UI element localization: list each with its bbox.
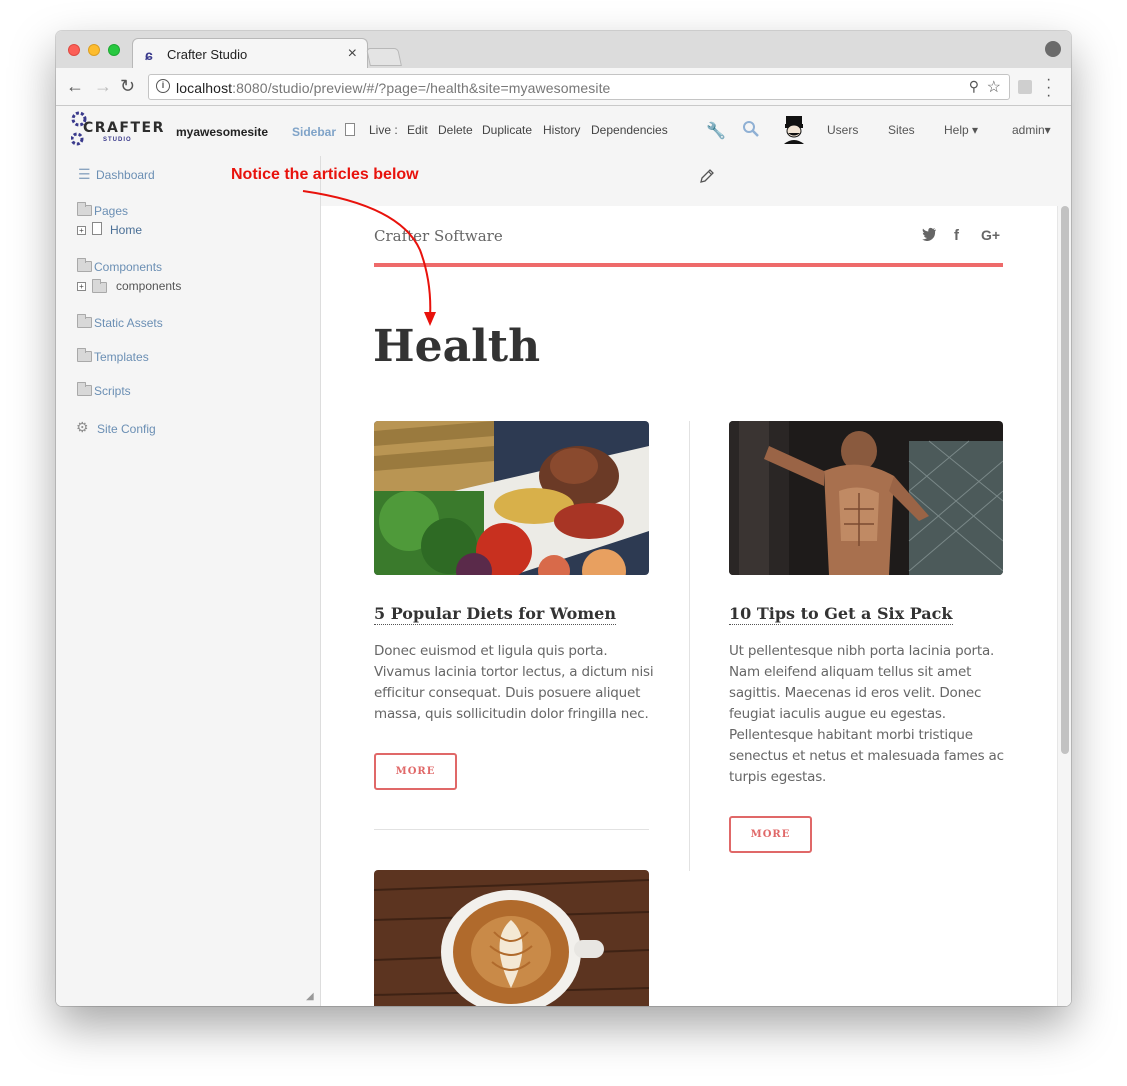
sidebar-item-site-config[interactable]: Site Config xyxy=(97,422,156,436)
browser-window: ɕ Crafter Studio × ← → ↻ i localhost:808… xyxy=(56,31,1071,1006)
browser-tab[interactable]: ɕ Crafter Studio × xyxy=(132,38,368,69)
twitter-icon[interactable] xyxy=(922,227,937,245)
edit-action[interactable]: Edit xyxy=(407,123,428,137)
pin-icon[interactable]: ⚲ xyxy=(969,78,979,95)
bookmark-star-icon[interactable]: ☆ xyxy=(987,77,1001,97)
more-button-sixpack[interactable]: MORE xyxy=(729,816,812,853)
url-text: localhost:8080/studio/preview/#/?page=/h… xyxy=(176,80,610,96)
duplicate-action[interactable]: Duplicate xyxy=(482,123,532,137)
header-accent-line xyxy=(374,263,1003,267)
history-action[interactable]: History xyxy=(543,123,580,137)
live-label: Live : xyxy=(369,123,398,137)
hamburger-icon: ☰ xyxy=(78,166,91,182)
sidebar-item-static-assets[interactable]: Static Assets xyxy=(94,316,163,330)
browser-menu-icon[interactable]: · · · xyxy=(1046,72,1052,104)
dependencies-action[interactable]: Dependencies xyxy=(591,123,668,137)
admin-menu[interactable]: admin▾ xyxy=(1012,123,1051,137)
food-image xyxy=(374,421,649,575)
more-button-diets[interactable]: MORE xyxy=(374,753,457,790)
folder-icon xyxy=(77,202,92,216)
site-title[interactable]: Crafter Software xyxy=(374,227,503,245)
article-body-diets: Donec euismod et ligula quis porta. Viva… xyxy=(374,643,654,722)
user-avatar-icon[interactable] xyxy=(781,114,807,144)
sidebar-item-templates[interactable]: Templates xyxy=(94,350,149,364)
expand-icon[interactable]: + xyxy=(77,282,86,291)
article-image-sixpack[interactable] xyxy=(729,421,1003,575)
site-preview: Crafter Software f G+ Health 5 Popular D… xyxy=(321,206,1071,1006)
folder-icon xyxy=(77,314,92,328)
crafter-favicon-icon: ɕ xyxy=(145,47,153,63)
delete-action[interactable]: Delete xyxy=(438,123,473,137)
address-bar[interactable]: i localhost:8080/studio/preview/#/?page=… xyxy=(148,74,1010,100)
facebook-icon[interactable]: f xyxy=(954,227,959,244)
article-title-sixpack[interactable]: 10 Tips to Get a Six Pack xyxy=(729,604,953,625)
preview-scrollbar-track[interactable] xyxy=(1057,206,1071,1006)
resize-grip-icon[interactable]: ◢ xyxy=(306,991,314,1002)
info-icon[interactable]: i xyxy=(156,79,170,93)
sidebar-item-components-folder[interactable]: components xyxy=(116,279,181,293)
help-menu[interactable]: Help ▾ xyxy=(944,123,978,137)
google-plus-icon[interactable]: G+ xyxy=(981,227,1000,243)
wrench-icon[interactable]: 🔧 xyxy=(706,121,726,141)
article-separator xyxy=(374,829,649,830)
coffee-image xyxy=(374,870,649,1006)
twitter-glyph xyxy=(922,227,936,242)
athlete-image xyxy=(729,421,1003,575)
crafter-logo[interactable]: CRAFTER STUDIO xyxy=(71,109,163,153)
search-icon[interactable] xyxy=(742,120,760,138)
article-image-coffee[interactable] xyxy=(374,870,649,1006)
column-divider xyxy=(689,421,690,871)
annotation-text: Notice the articles below xyxy=(231,166,419,183)
url-host: localhost xyxy=(176,80,233,96)
tab-title: Crafter Studio xyxy=(167,47,248,62)
article-body-sixpack: Ut pellentesque nibh porta lacinia porta… xyxy=(729,643,1004,785)
edit-pencil-icon[interactable] xyxy=(699,168,715,184)
close-window-button[interactable] xyxy=(68,44,80,56)
folder-icon xyxy=(77,348,92,362)
users-link[interactable]: Users xyxy=(827,123,858,137)
page-icon xyxy=(92,222,102,235)
logo-subtext: STUDIO xyxy=(103,137,132,143)
expand-icon[interactable]: + xyxy=(77,226,86,235)
article-title-diets[interactable]: 5 Popular Diets for Women xyxy=(374,604,616,625)
folder-icon xyxy=(77,382,92,396)
tab-close-button[interactable]: × xyxy=(348,45,357,63)
site-sidebar: ☰ Dashboard Pages + Home Components + co… xyxy=(56,156,321,1006)
page-title: Health xyxy=(373,321,541,372)
minimize-window-button[interactable] xyxy=(88,44,100,56)
sidebar-item-scripts[interactable]: Scripts xyxy=(94,384,131,398)
back-arrow-icon[interactable]: ← xyxy=(66,76,84,97)
article-image-diets[interactable] xyxy=(374,421,649,575)
tab-strip: ɕ Crafter Studio × xyxy=(56,31,1071,69)
maximize-window-button[interactable] xyxy=(108,44,120,56)
browser-toolbar: ← → ↻ i localhost:8080/studio/preview/#/… xyxy=(56,68,1071,106)
folder-icon xyxy=(92,279,107,293)
profile-icon[interactable] xyxy=(1045,41,1061,57)
extension-icon[interactable] xyxy=(1018,80,1032,94)
gear-icon: ⚙ xyxy=(76,419,89,435)
sidebar-item-pages[interactable]: Pages xyxy=(94,204,128,218)
reload-icon[interactable]: ↻ xyxy=(120,76,135,97)
site-name[interactable]: myawesomesite xyxy=(176,125,268,139)
sites-link[interactable]: Sites xyxy=(888,123,915,137)
page-icon xyxy=(345,123,355,136)
sidebar-item-home[interactable]: Home xyxy=(110,223,142,237)
preview-scrollbar-thumb[interactable] xyxy=(1061,206,1069,754)
sidebar-item-dashboard[interactable]: Dashboard xyxy=(96,168,155,182)
sidebar-toggle[interactable]: Sidebar xyxy=(292,125,336,139)
studio-app: CRAFTER STUDIO myawesomesite Sidebar Liv… xyxy=(56,106,1071,1006)
url-path: :8080/studio/preview/#/?page=/health&sit… xyxy=(232,80,611,96)
logo-text: CRAFTER xyxy=(83,120,165,136)
folder-icon xyxy=(77,258,92,272)
forward-arrow-icon[interactable]: → xyxy=(94,76,112,97)
sidebar-item-components[interactable]: Components xyxy=(94,260,162,274)
new-tab-button[interactable] xyxy=(366,48,402,66)
